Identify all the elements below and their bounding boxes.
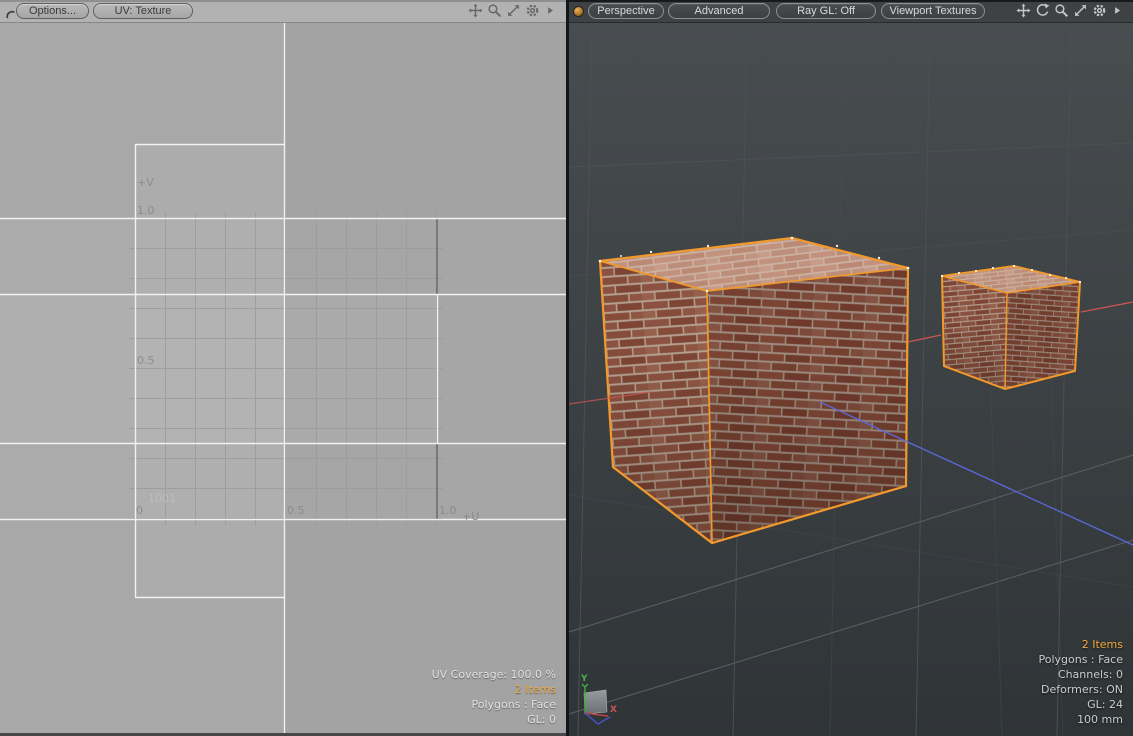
status-polygons: Polygons : Face (1038, 653, 1123, 666)
viewport-textures-button[interactable]: Viewport Textures (881, 3, 985, 19)
gear-icon[interactable] (525, 3, 540, 18)
brick-cube-small[interactable] (940, 264, 1082, 391)
viewport-toolbar-icons (1016, 3, 1123, 18)
viewport-toolbar: Perspective Advanced Ray GL: Off Viewpor… (569, 0, 1133, 22)
application-window: +V 1.0 0.5 0 1001 0.5 1.0 +U Options... … (0, 0, 1133, 736)
ray-gl-button[interactable]: Ray GL: Off (776, 3, 876, 19)
flyout-arrow-icon[interactable] (1111, 3, 1123, 18)
uv-toolbar-icons (468, 3, 556, 18)
shading-mode-button[interactable]: Advanced (668, 3, 770, 19)
status-uv-coverage: UV Coverage: 100.0 % (431, 668, 556, 681)
rotate-icon[interactable] (1035, 3, 1050, 18)
uv-u-tick-1: 1.0 (439, 504, 457, 517)
pan-icon[interactable] (1016, 3, 1031, 18)
uv-toolbar: Options... UV: Texture (0, 0, 566, 22)
status-gl: GL: 24 (1087, 698, 1123, 711)
viewport-status-readout: 2 Items Polygons : Face Channels: 0 Defo… (1038, 637, 1123, 727)
pan-icon[interactable] (468, 3, 483, 18)
options-button[interactable]: Options... (16, 3, 89, 19)
uv-canvas[interactable]: +V 1.0 0.5 0 1001 0.5 1.0 +U (0, 0, 566, 736)
uv-v-tick-05: 0.5 (137, 354, 155, 367)
status-gl: GL: 0 (527, 713, 556, 726)
zoom-icon[interactable] (1054, 3, 1069, 18)
status-items: 2 Items (514, 683, 556, 696)
status-items: 2 Items (1081, 638, 1123, 651)
uv-v-tick-1: 1.0 (137, 204, 155, 217)
viewport-3d-canvas[interactable]: Y X (569, 0, 1133, 736)
viewport-sphere-icon[interactable] (574, 7, 583, 16)
expand-icon[interactable] (1073, 3, 1088, 18)
uv-mode-button[interactable]: UV: Texture (93, 3, 193, 19)
zoom-icon[interactable] (487, 3, 502, 18)
view-type-button[interactable]: Perspective (588, 3, 664, 19)
viewport-3d-panel: Y X Perspective Advanced Ray GL: Off Vie… (569, 0, 1133, 736)
uv-v-axis-label: +V (137, 176, 154, 189)
gizmo-x-label: X (610, 705, 617, 715)
status-deformers: Deformers: ON (1041, 683, 1123, 696)
arc-handle-icon[interactable] (5, 5, 16, 24)
gear-icon[interactable] (1092, 3, 1107, 18)
gizmo-y-label: Y (580, 674, 588, 684)
uv-region-shading (0, 23, 566, 736)
expand-icon[interactable] (506, 3, 521, 18)
uv-origin-tick: 0 (136, 504, 143, 517)
uv-editor-panel: +V 1.0 0.5 0 1001 0.5 1.0 +U Options... … (0, 0, 566, 736)
uv-u-tick-05: 0.5 (287, 504, 305, 517)
status-channels: Channels: 0 (1057, 668, 1123, 681)
status-polygons: Polygons : Face (471, 698, 556, 711)
uv-u-axis-label: +U (462, 510, 479, 523)
uv-udim-tile-label: 1001 (148, 492, 176, 505)
uv-status-readout: UV Coverage: 100.0 % 2 Items Polygons : … (432, 667, 556, 727)
flyout-arrow-icon[interactable] (544, 3, 556, 18)
status-grid-size: 100 mm (1077, 713, 1123, 726)
